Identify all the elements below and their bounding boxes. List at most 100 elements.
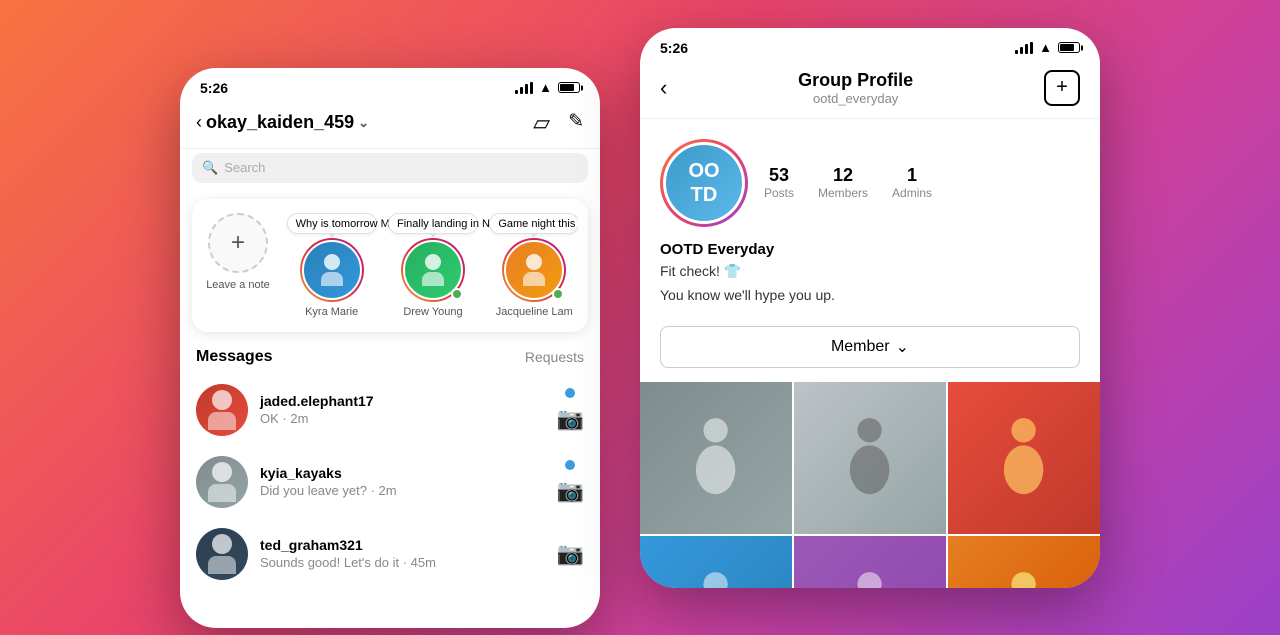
search-area: 🔍 Search: [180, 149, 600, 189]
stories-section: + Leave a note Why is tomorrow Monday!? …: [192, 199, 588, 332]
dropdown-chevron[interactable]: ⌄: [358, 115, 369, 131]
stat-admins-value: 1: [907, 165, 917, 186]
avatar-jaded: [196, 384, 248, 436]
group-avatar: OO TD: [663, 142, 745, 224]
wifi-icon: ▲: [539, 80, 552, 95]
story-kyra-bubble: Why is tomorrow Monday!? 😝: [287, 213, 377, 234]
photo-img-4: [640, 536, 792, 588]
back-button[interactable]: ‹: [196, 112, 202, 133]
member-chevron: ⌄: [896, 337, 909, 357]
group-nav: ‹ Group Profile ootd_everyday +: [640, 62, 1100, 119]
time-left: 5:26: [200, 80, 228, 96]
video-icon[interactable]: ▱: [533, 110, 550, 136]
messages-title: Messages: [196, 348, 273, 366]
wifi-icon-right: ▲: [1039, 40, 1052, 55]
nav-title-left: okay_kaiden_459 ⌄: [206, 112, 533, 133]
requests-link[interactable]: Requests: [525, 349, 584, 365]
battery-icon-right: [1058, 42, 1080, 53]
group-bio: OOTD Everyday Fit check! 👕 You know we'l…: [640, 237, 1100, 318]
photo-5[interactable]: [794, 536, 946, 588]
story-drew-bubble: Finally landing in NYC! ❤️: [388, 213, 478, 234]
story-kyra-ring: [300, 238, 364, 302]
story-kyra[interactable]: Why is tomorrow Monday!? 😝 Kyra Marie: [288, 213, 375, 318]
edit-icon[interactable]: ✎: [568, 110, 584, 136]
msg-right-2: 📷: [557, 460, 584, 504]
story-jacq[interactable]: Game night this weekend? 🎱 Jacqueline La…: [491, 213, 578, 318]
photo-4[interactable]: [640, 536, 792, 588]
photo-6[interactable]: [948, 536, 1100, 588]
avatar-ted: [196, 528, 248, 580]
photo-2[interactable]: [794, 382, 946, 534]
status-icons-left: ▲: [515, 80, 580, 95]
msg-preview-3: Sounds good! Let's do it · 45m: [260, 555, 545, 570]
group-title: Group Profile: [667, 70, 1044, 91]
photo-img-1: [640, 382, 792, 534]
story-kyra-avatar: [302, 240, 362, 300]
unread-dot-1: [565, 388, 575, 398]
group-name: OOTD Everyday: [660, 241, 1080, 258]
search-icon: 🔍: [202, 160, 218, 176]
member-button[interactable]: Member ⌄: [660, 326, 1080, 368]
story-drew-label: Drew Young: [403, 306, 462, 318]
photo-1[interactable]: [640, 382, 792, 534]
battery-icon: [558, 82, 580, 93]
time-right: 5:26: [660, 40, 688, 56]
stat-posts-label: Posts: [764, 186, 794, 200]
message-item-1[interactable]: jaded.elephant17 OK · 2m 📷: [180, 374, 600, 446]
msg-username-1: jaded.elephant17: [260, 393, 545, 409]
msg-content-2: kyia_kayaks Did you leave yet? · 2m: [260, 465, 545, 498]
story-jacq-bubble: Game night this weekend? 🎱: [489, 213, 578, 234]
photo-img-3: [948, 382, 1100, 534]
left-phone: 5:26 ▲ ‹ okay_kaiden_459 ⌄ ▱ ✎ 🔍 Search: [180, 68, 600, 628]
nav-bar-left: ‹ okay_kaiden_459 ⌄ ▱ ✎: [180, 102, 600, 149]
avatar-kyia: [196, 456, 248, 508]
add-button[interactable]: +: [1044, 70, 1080, 106]
bio-line1: Fit check! 👕: [660, 261, 1080, 282]
back-button-right[interactable]: ‹: [660, 75, 667, 101]
group-avatar-ring: OO TD: [660, 139, 748, 227]
msg-preview-1: OK · 2m: [260, 411, 545, 426]
msg-content-3: ted_graham321 Sounds good! Let's do it ·…: [260, 537, 545, 570]
msg-right-3: 📷: [557, 541, 584, 567]
bio-line2: You know we'll hype you up.: [660, 285, 1080, 306]
camera-icon-2[interactable]: 📷: [557, 478, 584, 504]
story-jacq-ring: [502, 238, 566, 302]
msg-preview-2: Did you leave yet? · 2m: [260, 483, 545, 498]
photo-grid: [640, 382, 1100, 588]
stat-admins: 1 Admins: [892, 165, 932, 200]
group-subtitle: ootd_everyday: [667, 91, 1044, 106]
message-item-3[interactable]: ted_graham321 Sounds good! Let's do it ·…: [180, 518, 600, 590]
group-avatar-text: OO TD: [688, 159, 719, 207]
stat-members-value: 12: [833, 165, 853, 186]
msg-username-3: ted_graham321: [260, 537, 545, 553]
group-profile-section: OO TD 53 Posts 12 Members 1 Admins: [640, 119, 1100, 237]
status-icons-right: ▲: [1015, 40, 1080, 55]
stat-members: 12 Members: [818, 165, 868, 200]
story-jacq-label: Jacqueline Lam: [496, 306, 573, 318]
photo-img-6: [948, 536, 1100, 588]
msg-right-1: 📷: [557, 388, 584, 432]
story-drew[interactable]: Finally landing in NYC! ❤️ Drew Young: [389, 213, 476, 318]
status-bar-right: 5:26 ▲: [640, 28, 1100, 62]
stat-posts: 53 Posts: [764, 165, 794, 200]
add-story-button[interactable]: +: [208, 213, 268, 273]
group-nav-center: Group Profile ootd_everyday: [667, 70, 1044, 106]
signal-icon-right: [1015, 42, 1033, 54]
story-drew-ring: [401, 238, 465, 302]
msg-username-2: kyia_kayaks: [260, 465, 545, 481]
stories-row: + Leave a note Why is tomorrow Monday!? …: [202, 213, 578, 318]
group-stats: 53 Posts 12 Members 1 Admins: [764, 165, 1080, 200]
signal-icon: [515, 82, 533, 94]
search-bar[interactable]: 🔍 Search: [192, 153, 588, 183]
story-kyra-label: Kyra Marie: [305, 306, 358, 318]
camera-icon-3[interactable]: 📷: [557, 541, 584, 567]
photo-3[interactable]: [948, 382, 1100, 534]
member-label: Member: [831, 338, 890, 356]
messages-header: Messages Requests: [180, 342, 600, 374]
message-item-2[interactable]: kyia_kayaks Did you leave yet? · 2m 📷: [180, 446, 600, 518]
status-bar-left: 5:26 ▲: [180, 68, 600, 102]
camera-icon-1[interactable]: 📷: [557, 406, 584, 432]
story-self[interactable]: + Leave a note: [202, 213, 274, 291]
stat-members-label: Members: [818, 186, 868, 200]
nav-icons-left: ▱ ✎: [533, 110, 584, 136]
